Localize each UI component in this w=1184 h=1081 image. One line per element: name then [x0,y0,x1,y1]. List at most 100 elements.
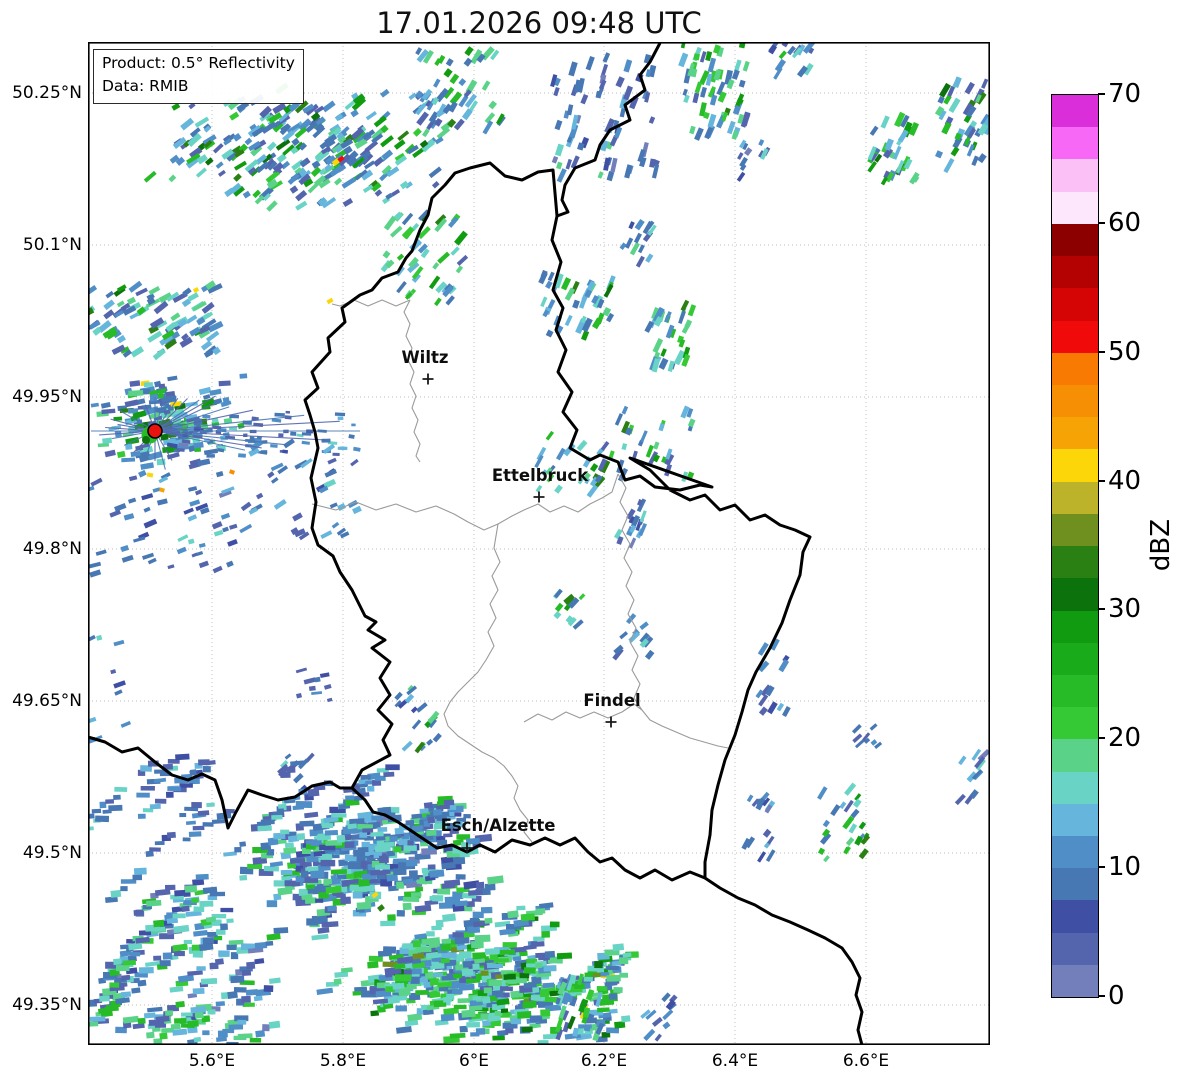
echo-bin [458,78,467,87]
radar-map[interactable]: Wiltz Ettelbruck Findel Esch/Alzette [88,42,990,1045]
echo-bin [207,931,218,937]
echo-bin [503,973,516,980]
colorbar-segment [1052,127,1098,160]
echo-bin [566,1015,576,1030]
echo-bin [408,870,418,877]
echo-bin [678,310,686,324]
echo-bin [426,829,437,837]
data-source-label: Data: RMIB [102,77,189,96]
echo-bin [260,819,275,825]
echo-bin [540,296,548,308]
echo-bin [360,774,371,780]
echo-bin [954,793,966,806]
echo-bin [396,910,405,917]
echo-bin [104,449,116,458]
echo-bin [535,484,543,493]
echo-bin [149,397,158,402]
echo-bin [296,833,306,841]
map-panel[interactable]: Wiltz Ettelbruck Findel Esch/Alzette [88,42,990,1045]
echo-bin [90,402,100,408]
echo-bin [586,484,599,498]
colorbar-segment [1052,900,1098,933]
echo-bin [193,1036,202,1043]
echo-bin [619,972,629,978]
echo-bin [870,739,878,746]
echo-bin [266,200,278,212]
echo-bin [450,246,460,256]
echo-bin [266,900,278,908]
echo-bin [330,869,348,875]
echo-bin [145,850,154,858]
echo-bin [576,439,588,452]
echo-bin [830,804,841,817]
echo-bin [135,287,148,297]
echo-bin [358,779,366,785]
echo-bin [239,874,248,881]
echo-bin [858,821,867,830]
echo-bin [757,851,767,863]
echo-bin [687,304,697,317]
echo-bin [495,974,503,979]
echo-bin [606,974,621,982]
echo-bin [640,430,648,443]
echo-bin [651,1016,663,1027]
echo-bin [367,961,379,969]
echo-bin [128,390,144,397]
echo-bin [317,927,330,934]
echo-bin [823,855,830,863]
echo-bin [395,1005,407,1012]
echo-bin [419,808,429,814]
echo-bin [597,1007,610,1013]
echo-bin [340,896,351,905]
echo-bin [362,828,374,833]
echo-bin [179,783,193,788]
echo-bin [370,870,387,876]
echo-bin [196,966,206,971]
product-label: Product: 0.5° Reflectivity [102,54,295,72]
echo-bin [380,920,396,927]
echo-bin [700,86,707,98]
echo-bin [538,902,554,910]
echo-bin [89,569,102,578]
y-axis-tick-label: 49.5°N [22,843,82,863]
echo-bin [167,786,181,792]
echo-bin [202,1030,210,1036]
echo-bin [431,180,440,189]
echo-bin [596,986,608,992]
echo-bin [689,125,696,135]
echo-bin [321,438,331,443]
echo-bin [484,948,500,955]
echo-bin [484,917,493,924]
colorbar-tick-label: 60 [1108,207,1142,238]
echo-bin [229,523,238,530]
echo-bin [242,190,251,199]
echo-bin [253,422,264,428]
colorbar-tick-label: 50 [1108,336,1142,367]
echo-bin [765,849,776,863]
echo-bin [165,1010,174,1016]
echo-bin [680,299,690,312]
echo-bin [188,486,198,492]
echo-bin [648,116,656,124]
echo-bin [416,702,428,713]
echo-bin [635,255,645,268]
echo-bin [153,955,162,961]
echo-bin [132,874,143,881]
echo-bin [273,927,289,934]
echo-bin [211,521,223,530]
echo-bin [958,755,967,766]
echo-bin [353,446,361,452]
echo-bin [140,785,155,791]
echo-bin [817,786,828,800]
echo-bin [540,1009,551,1017]
echo-bin [193,906,205,913]
echo-bin [461,1009,476,1018]
echo-bin [411,719,422,730]
echo-bin [149,803,161,810]
echo-bin [435,919,444,928]
echo-bin [699,51,707,63]
echo-bin [347,861,361,870]
echo-bin [778,50,787,60]
echo-bin [196,550,204,557]
echo-bin [443,799,455,806]
